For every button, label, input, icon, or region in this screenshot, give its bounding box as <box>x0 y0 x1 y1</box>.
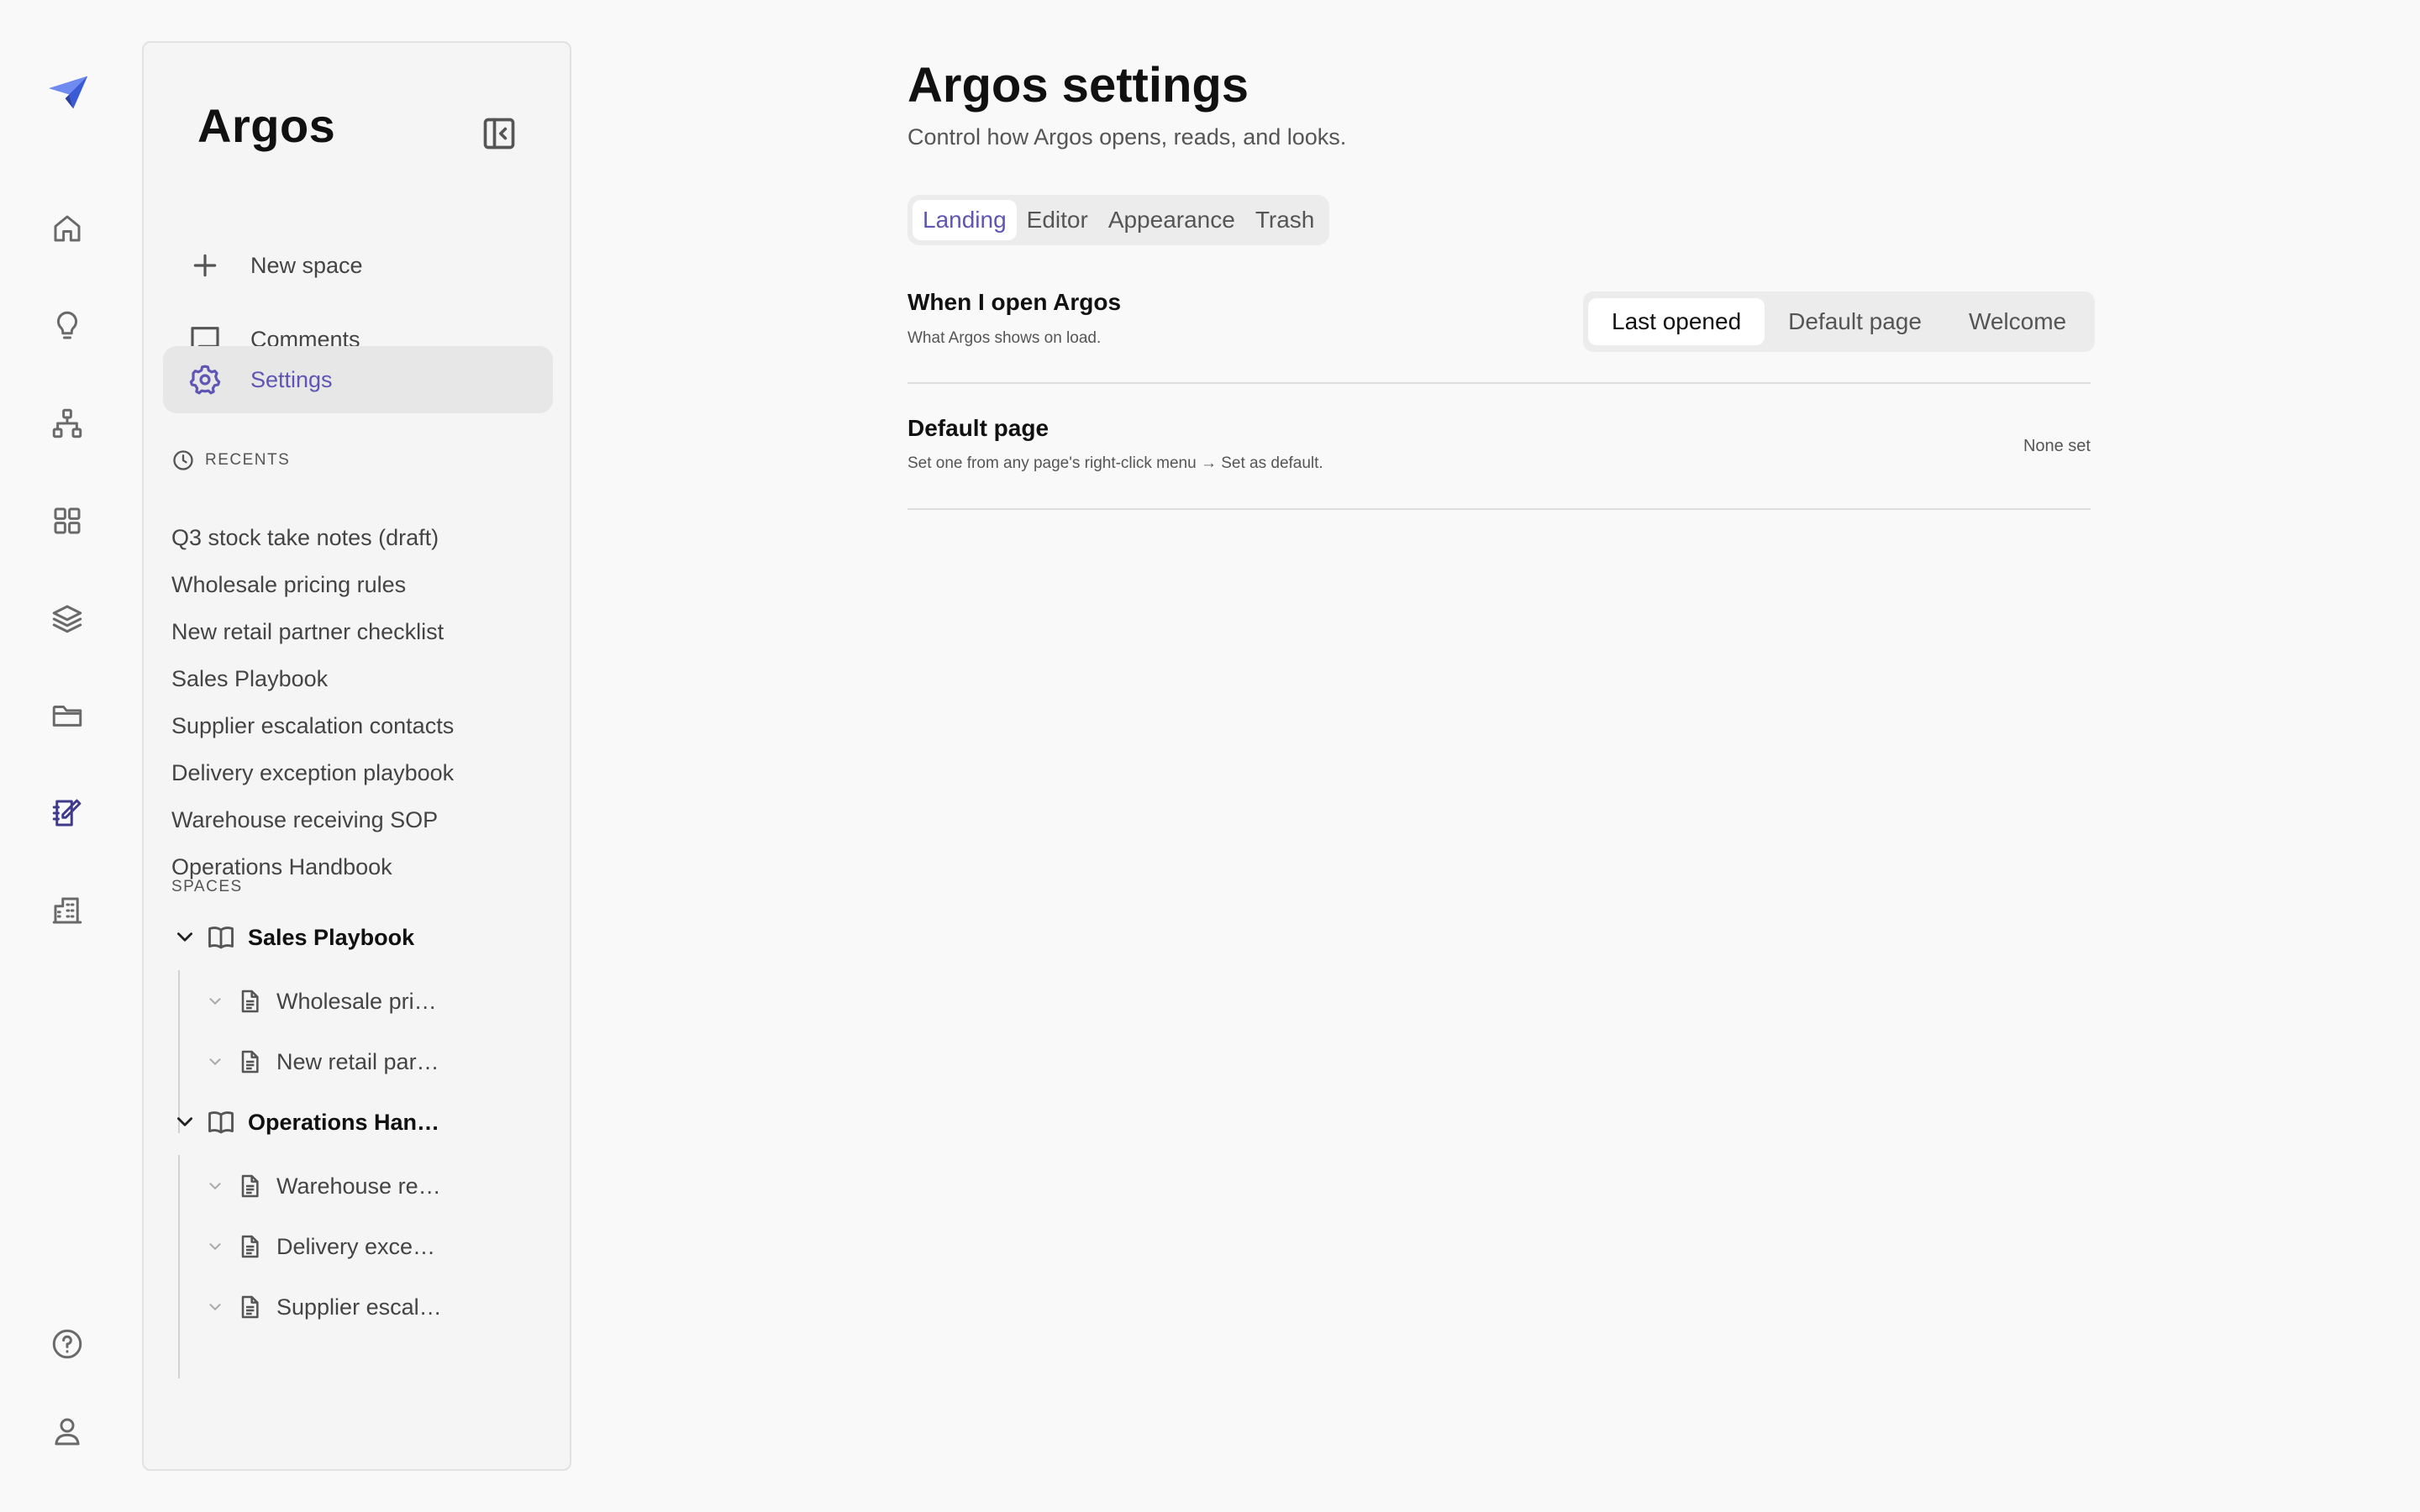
page-name: Wholesale pri… <box>276 988 437 1014</box>
spaces-heading: SPACES <box>171 878 243 895</box>
tab-appearance[interactable]: Appearance <box>1098 200 1245 240</box>
recent-item[interactable]: Warehouse receiving SOP <box>171 796 550 843</box>
chevron-down-icon[interactable] <box>206 1053 224 1071</box>
option-welcome[interactable]: Welcome <box>1945 298 2090 345</box>
recent-item[interactable]: New retail partner checklist <box>171 608 550 655</box>
divider <box>908 508 2091 510</box>
building-icon[interactable] <box>37 880 97 941</box>
plus-icon <box>163 249 230 282</box>
workspace-title: Argos <box>197 99 336 152</box>
tree-page-item[interactable]: Wholesale pri… <box>206 974 542 1028</box>
space-name: Sales Playbook <box>248 924 415 950</box>
recent-item[interactable]: Q3 stock take notes (draft) <box>171 514 550 561</box>
recent-item[interactable]: Delivery exception playbook <box>171 749 550 796</box>
document-icon <box>224 1173 263 1200</box>
tree-guide-line <box>178 1155 180 1378</box>
grid-icon[interactable] <box>37 491 97 551</box>
nav-label: New space <box>250 252 363 278</box>
divider <box>908 382 2091 384</box>
recent-item[interactable]: Supplier escalation contacts <box>171 702 550 749</box>
tree-page-item[interactable]: Warehouse re… <box>206 1159 542 1213</box>
open-setting-title: When I open Argos <box>908 289 1122 315</box>
help-icon[interactable] <box>37 1314 97 1374</box>
settings-nav-item[interactable]: Settings <box>163 346 553 413</box>
page-name: Supplier escal… <box>276 1294 442 1320</box>
chevron-down-icon[interactable] <box>206 1298 224 1316</box>
document-icon <box>224 988 263 1015</box>
settings-tabs: Landing Editor Appearance Trash <box>908 195 1330 245</box>
open-setting-description: What Argos shows on load. <box>908 329 1102 347</box>
gear-icon <box>163 363 230 396</box>
notes-edit-icon[interactable] <box>37 783 97 843</box>
icon-rail <box>0 0 134 1512</box>
tree-page-item[interactable]: Supplier escal… <box>206 1280 542 1334</box>
chevron-down-icon[interactable] <box>206 1237 224 1256</box>
tab-editor[interactable]: Editor <box>1017 200 1098 240</box>
clock-icon <box>173 450 193 470</box>
document-icon <box>224 1048 263 1075</box>
new-space-button[interactable]: New space <box>163 232 553 299</box>
document-icon <box>224 1233 263 1260</box>
option-default-page[interactable]: Default page <box>1765 298 1945 345</box>
page-name: New retail par… <box>276 1048 439 1074</box>
org-chart-icon[interactable] <box>37 393 97 454</box>
page-name: Delivery exce… <box>276 1233 436 1259</box>
option-last-opened[interactable]: Last opened <box>1588 298 1765 345</box>
space-name: Operations Han… <box>248 1109 440 1135</box>
chevron-down-icon[interactable] <box>174 927 196 948</box>
default-page-title: Default page <box>908 415 1050 441</box>
sidebar-collapse-icon <box>483 118 515 150</box>
page-name: Warehouse re… <box>276 1173 441 1199</box>
chevron-down-icon[interactable] <box>206 1177 224 1195</box>
document-icon <box>224 1294 263 1320</box>
tab-landing[interactable]: Landing <box>913 200 1017 240</box>
book-icon <box>196 1107 236 1137</box>
layers-icon[interactable] <box>37 588 97 648</box>
recents-heading: RECENTS <box>171 449 290 472</box>
home-icon[interactable] <box>37 198 97 259</box>
default-page-value: None set <box>2023 437 2091 455</box>
tree-page-item[interactable]: Delivery exce… <box>206 1220 542 1273</box>
page-subtitle: Control how Argos opens, reads, and look… <box>908 124 1347 150</box>
recents-list: Q3 stock take notes (draft) Wholesale pr… <box>171 514 550 890</box>
collapse-sidebar-button[interactable] <box>476 110 523 157</box>
open-behavior-selector: Last opened Default page Welcome <box>1583 291 2096 352</box>
tree-page-item[interactable]: New retail par… <box>206 1035 542 1089</box>
recents-heading-label: RECENTS <box>205 451 291 469</box>
chevron-down-icon[interactable] <box>206 992 224 1011</box>
nav-label: Settings <box>250 366 333 392</box>
folder-icon[interactable] <box>37 685 97 746</box>
chevron-down-icon[interactable] <box>174 1111 196 1133</box>
recent-item[interactable]: Sales Playbook <box>171 655 550 702</box>
profile-icon[interactable] <box>37 1401 97 1462</box>
argos-logo[interactable] <box>37 62 97 123</box>
book-icon <box>196 922 236 953</box>
page-title: Argos settings <box>908 58 1249 113</box>
default-page-description: Set one from any page's right-click menu… <box>908 454 1323 472</box>
space-sales-playbook[interactable]: Sales Playbook <box>174 911 552 964</box>
sidebar: Argos New space Comments Settings RECENT… <box>142 41 571 1471</box>
lightbulb-icon[interactable] <box>37 296 97 356</box>
recent-item[interactable]: Wholesale pricing rules <box>171 561 550 608</box>
tab-trash[interactable]: Trash <box>1245 200 1325 240</box>
space-operations-handbook[interactable]: Operations Han… <box>174 1095 552 1149</box>
